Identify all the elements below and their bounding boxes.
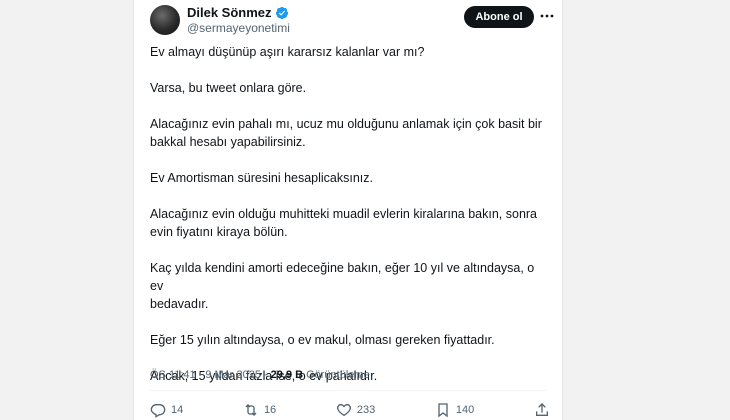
reply-count: 14 xyxy=(171,404,184,416)
author-name[interactable]: Dilek Sönmez xyxy=(187,5,272,20)
divider xyxy=(150,390,546,391)
meta-separator: · xyxy=(264,369,268,381)
more-icon[interactable] xyxy=(537,7,557,25)
follow-button[interactable]: Abone ol xyxy=(464,6,534,28)
tweet-card: Dilek Sönmez @sermayeyonetimi Abone ol E… xyxy=(133,0,563,420)
reply-button[interactable]: 14 xyxy=(150,402,183,418)
action-bar: 14 16 233 140 xyxy=(150,402,550,418)
tweet-paragraph: Ev almayı düşünüp aşırı kararsız kalanla… xyxy=(150,45,425,59)
verified-badge-icon xyxy=(275,6,289,20)
like-count: 233 xyxy=(356,404,376,416)
share-button[interactable] xyxy=(534,402,550,418)
tweet-paragraph: Ev Amortisman süresini hesaplicaksınız. xyxy=(150,171,374,185)
retweet-button[interactable]: 16 xyxy=(243,402,276,418)
retweet-icon xyxy=(243,402,259,418)
avatar[interactable] xyxy=(150,5,180,35)
views-label: Görüntüleme xyxy=(306,369,370,381)
tweet-paragraph: Eğer 15 yılın altındaysa, o ev makul, ol… xyxy=(150,333,495,347)
reply-icon xyxy=(150,402,166,418)
views-count: 29,9 B xyxy=(270,369,304,381)
author-row: Dilek Sönmez xyxy=(187,5,289,20)
tweet-paragraph: Kaç yılda kendini amorti edeceğine bakın… xyxy=(150,261,535,311)
meta-separator: · xyxy=(198,369,203,381)
tweet-text: Ev almayı düşünüp aşırı kararsız kalanla… xyxy=(150,43,550,403)
bookmark-icon xyxy=(435,402,451,418)
tweet-paragraph: Alacağınız evin pahalı mı, ucuz mu olduğ… xyxy=(150,117,542,149)
tweet-date[interactable]: 9 Mar 2025 xyxy=(205,369,261,381)
like-icon xyxy=(336,402,352,418)
author-handle[interactable]: @sermayeyonetimi xyxy=(187,21,290,35)
retweet-count: 16 xyxy=(263,404,277,416)
tweet-paragraph: Varsa, bu tweet onlara göre. xyxy=(150,81,307,95)
tweet-meta: ÖS 11:41 · 9 Mar 2025 · 29,9 B Görüntüle… xyxy=(150,369,370,381)
tweet-paragraph: Alacağınız evin olduğu muhitteki muadil … xyxy=(150,207,538,239)
bookmark-count: 140 xyxy=(455,404,475,416)
bookmark-button[interactable]: 140 xyxy=(435,402,474,418)
tweet-time[interactable]: ÖS 11:41 xyxy=(150,369,196,381)
like-button[interactable]: 233 xyxy=(336,402,375,418)
share-icon xyxy=(534,402,550,418)
